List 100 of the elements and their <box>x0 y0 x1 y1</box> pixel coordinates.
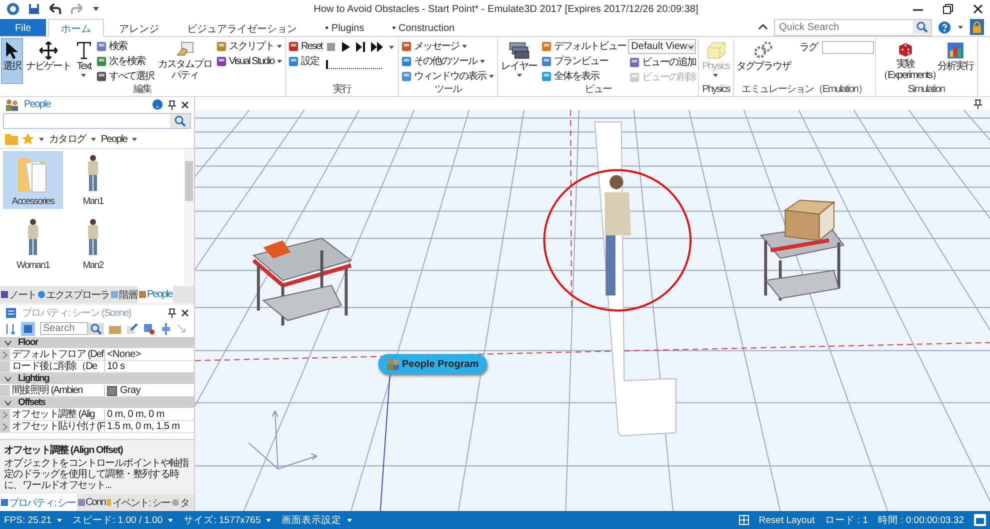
ribbon-button[interactable]: 全体を表示 <box>540 69 628 83</box>
caret-icon[interactable] <box>388 44 396 50</box>
property-value[interactable]: 10 s <box>107 361 125 372</box>
collapse-ribbon-icon[interactable] <box>758 23 768 31</box>
ribbon-button[interactable]: その他のツール <box>400 54 496 68</box>
slider-thumb[interactable] <box>326 60 328 69</box>
row-header-cell[interactable] <box>0 361 10 372</box>
ribbon-button[interactable]: ウィンドウの表示 <box>400 69 496 83</box>
ribbon-button[interactable]: 実験（Experiments） <box>876 38 935 84</box>
panel-tab[interactable]: 階層 <box>110 286 138 303</box>
person-figure-drawing[interactable] <box>604 175 632 296</box>
grid-icon[interactable] <box>738 515 749 525</box>
property-value[interactable]: 0 m, 0 m, 0 m <box>107 409 164 420</box>
ribbon-button[interactable]: Visual Studio <box>214 54 284 68</box>
property-group-header[interactable]: Lighting <box>0 373 194 385</box>
star-icon[interactable] <box>22 133 34 145</box>
panel-tab[interactable]: ノート <box>0 286 37 303</box>
close-icon[interactable] <box>972 3 984 15</box>
conveyor-drawing[interactable] <box>252 238 352 328</box>
catalog-item[interactable]: Man2 <box>63 215 123 273</box>
ribbon-button[interactable]: すべて選択 <box>94 69 155 83</box>
undo-icon[interactable] <box>48 3 62 15</box>
ribbon-tab[interactable]: File <box>0 19 46 36</box>
property-group-header[interactable]: Floor <box>0 337 194 349</box>
status-item[interactable]: FPS: 25.21 <box>4 514 63 526</box>
ribbon-button[interactable]: 選択 <box>1 38 23 84</box>
ribbon-button[interactable]: レイヤー <box>499 38 540 84</box>
status-item[interactable]: サイズ: 1577x765 <box>184 514 272 526</box>
panel-tab[interactable]: イベント: シー <box>106 494 172 511</box>
scroll-bar[interactable] <box>184 149 194 286</box>
panel-tab[interactable]: People <box>138 286 174 303</box>
row-header-cell[interactable] <box>0 385 10 396</box>
pin-icon[interactable] <box>974 98 982 108</box>
ribbon-tab[interactable]: ホーム <box>48 19 104 37</box>
search-icon[interactable] <box>913 20 931 34</box>
reset-layout-link[interactable]: Reset Layout <box>758 514 815 526</box>
catalog-item[interactable]: Man1 <box>63 151 123 209</box>
property-value[interactable]: 1.5 m, 0 m, 1.5 m <box>107 421 180 432</box>
step-icon[interactable] <box>356 42 366 52</box>
caret-icon[interactable] <box>957 24 964 30</box>
conveyor-with-box-drawing[interactable] <box>760 200 845 302</box>
close-icon[interactable] <box>181 308 189 316</box>
lag-input-field[interactable] <box>822 40 874 54</box>
quick-search-box[interactable]: Quick Search <box>774 18 932 36</box>
ribbon-button[interactable]: カスタムプロパティ <box>156 38 214 84</box>
align-icon[interactable] <box>160 322 172 334</box>
ribbon-button[interactable]: Text <box>74 38 94 84</box>
pin-icon[interactable] <box>168 100 176 110</box>
catalog-item[interactable]: Woman1 <box>3 215 63 273</box>
ribbon-button[interactable]: 分析実行 <box>936 38 976 84</box>
ribbon-button[interactable]: 設定 <box>287 54 324 68</box>
save-icon[interactable] <box>28 3 40 15</box>
speed-slider[interactable] <box>326 60 382 69</box>
property-value[interactable]: Gray <box>120 385 140 396</box>
breadcrumb-link[interactable]: People <box>100 134 128 144</box>
color-swatch[interactable] <box>107 386 117 396</box>
stop-icon[interactable] <box>326 42 336 52</box>
search-icon[interactable] <box>170 114 190 128</box>
caret-icon[interactable] <box>90 136 97 142</box>
ribbon-tab[interactable]: アレンジ <box>106 19 172 36</box>
people-program-button[interactable]: People Program <box>378 354 487 374</box>
close-icon[interactable] <box>181 100 189 108</box>
pin-icon[interactable] <box>168 308 176 318</box>
catalog-item[interactable]: Accessories <box>3 151 63 209</box>
search-icon[interactable] <box>88 322 104 334</box>
ribbon-tab[interactable]: ビジュアライゼーション <box>174 19 310 36</box>
ribbon-tab[interactable]: • Construction <box>379 19 468 36</box>
breadcrumb-link[interactable]: カタログ <box>49 132 86 146</box>
ribbon-button[interactable]: メッセージ <box>400 39 496 53</box>
property-value[interactable]: <None> <box>107 349 141 360</box>
add-object-icon[interactable] <box>143 322 155 334</box>
fast-forward-icon[interactable] <box>371 42 384 52</box>
ribbon-button[interactable]: デフォルトビュー <box>540 39 628 53</box>
panel-tab[interactable]: タ <box>171 494 190 511</box>
panel-tab[interactable]: エクスプローラ <box>37 286 110 303</box>
status-item[interactable]: スピード: 1.00 / 1.00 <box>72 514 174 526</box>
ribbon-button[interactable]: 検索 <box>94 39 155 53</box>
ribbon-button[interactable]: ビューの追加 <box>628 55 698 69</box>
edit-icon[interactable] <box>126 322 138 334</box>
caret-icon[interactable] <box>131 136 138 142</box>
restore-icon[interactable] <box>942 3 954 15</box>
ribbon-button[interactable]: スクリプト <box>214 39 284 53</box>
play-icon[interactable] <box>341 42 352 52</box>
ribbon-button[interactable]: 次を検索 <box>94 54 155 68</box>
category-view-icon[interactable] <box>21 322 35 336</box>
ribbon-button[interactable]: Reset <box>287 39 324 53</box>
sort-icon[interactable] <box>4 322 16 334</box>
view-dropdown[interactable]: Default View <box>628 39 696 54</box>
panel-tab[interactable]: Conn <box>76 494 106 511</box>
ribbon-button[interactable]: ナビゲート <box>24 38 73 84</box>
property-group-header[interactable]: Offsets <box>0 397 194 409</box>
status-item[interactable]: 画面表示設定 <box>282 514 353 526</box>
caret-icon[interactable] <box>92 6 100 12</box>
caret-icon[interactable] <box>38 136 45 142</box>
search-field[interactable]: Search <box>40 322 88 335</box>
ribbon-tab[interactable]: • Plugins <box>312 19 378 36</box>
panel-tab[interactable]: プロパティ: シー <box>0 494 77 511</box>
search-field[interactable] <box>3 113 191 129</box>
ribbon-button[interactable]: プランビュー <box>540 54 628 68</box>
ribbon-button[interactable]: タグブラウザ <box>734 38 793 84</box>
